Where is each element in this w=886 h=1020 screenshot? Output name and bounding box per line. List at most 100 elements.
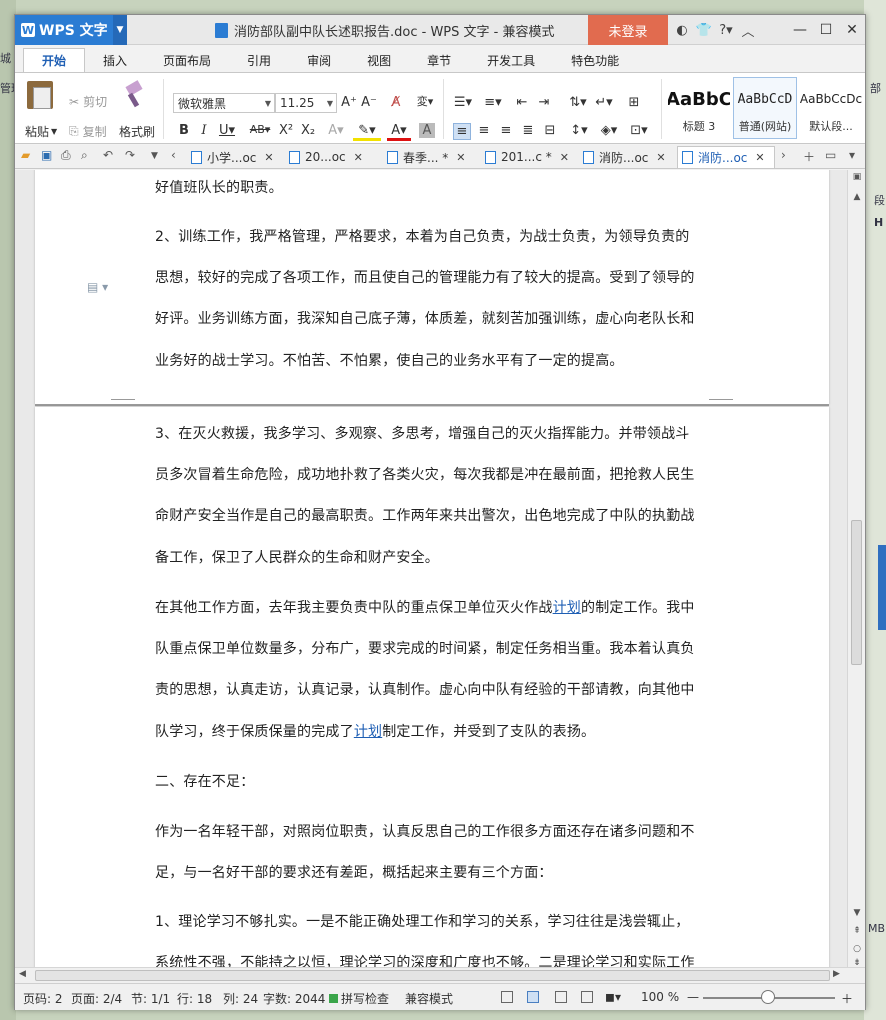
save-icon[interactable]: ▣ — [41, 148, 52, 162]
subscript-icon[interactable]: X₂ — [299, 123, 317, 138]
format-painter-icon[interactable] — [123, 81, 149, 107]
tab-home[interactable]: 开始 — [23, 48, 86, 72]
sort-icon[interactable]: ⇅▾ — [567, 95, 589, 110]
web-view-icon[interactable] — [581, 991, 593, 1003]
zoom-out-icon[interactable]: — — [687, 990, 699, 1004]
text-line[interactable]: 业务好的战士学习。不怕苦、不怕累，使自己的业务水平有了一定的提高。 — [155, 350, 624, 370]
status-word-count[interactable]: 字数: 2044 — [263, 990, 325, 1007]
status-row[interactable]: 行: 18 — [177, 990, 212, 1007]
font-size-select[interactable]: 11.25 ▼ — [275, 93, 337, 113]
numbered-list-icon[interactable]: ≡▾ — [481, 95, 505, 110]
paste-button[interactable]: 粘贴 ▼ — [25, 123, 57, 140]
doc-tab[interactable]: 小学...oc ✕ — [187, 146, 283, 168]
page-view-icon[interactable] — [527, 991, 539, 1003]
zoom-level[interactable]: 100 % — [641, 990, 679, 1004]
grow-font-icon[interactable]: A⁺ — [341, 95, 357, 110]
decrease-indent-icon[interactable]: ⇤ — [513, 95, 531, 110]
undo-icon[interactable]: ↶ — [103, 148, 113, 162]
skin-icon[interactable]: ◐ — [671, 23, 693, 38]
cut-button[interactable]: ✂ 剪切 — [69, 93, 107, 110]
print-preview-icon[interactable]: ⌕ — [81, 148, 88, 163]
text-line[interactable]: 好评。业务训练方面，我深知自己底子薄，体质差，就刻苦加强训练，虚心向老队长和 — [155, 308, 695, 328]
text-line[interactable]: 员多次冒着生命危险，成功地扑救了各类火灾，每次我都是冲在最前面，把抢救人民生 — [155, 464, 695, 484]
text-line[interactable]: 在其他工作方面，去年我主要负责中队的重点保卫单位灭火作战计划的制定工作。我中 — [155, 597, 695, 617]
text-line[interactable]: 作为一名年轻干部，对照岗位职责，认真反思自己的工作很多方面还存在诸多问题和不 — [155, 821, 695, 841]
style-normal-web[interactable]: AaBbCcD 普通(网站) — [733, 77, 797, 139]
doc-tab[interactable]: 春季... * ✕ — [383, 146, 479, 168]
chevron-down-icon[interactable]: ▼ — [113, 15, 127, 45]
app-menu-button[interactable]: W WPS 文字 ▼ — [15, 15, 127, 45]
text-line[interactable]: 好值班队长的职责。 — [155, 177, 283, 197]
doc-tab[interactable]: 201...c * ✕ — [481, 146, 577, 168]
zoom-in-icon[interactable]: ＋ — [841, 990, 853, 1007]
close-tab-icon[interactable]: ✕ — [264, 151, 273, 164]
bullet-list-icon[interactable]: ☰▾ — [451, 95, 475, 110]
borders-icon[interactable]: ⊡▾ — [627, 123, 651, 138]
text-effect-icon[interactable]: A▾ — [325, 123, 347, 138]
tab-chapter[interactable]: 章节 — [409, 48, 469, 72]
previous-page-icon[interactable]: ⇞ — [848, 926, 866, 936]
outline-view-icon[interactable] — [555, 991, 567, 1003]
section-heading[interactable]: 二、存在不足： — [155, 771, 254, 791]
text-line[interactable]: 2、训练工作，我严格管理，严格要求，本着为自己负责，为战士负责，为领导负责的 — [155, 226, 690, 246]
bold-icon[interactable]: B — [177, 123, 191, 138]
close-tab-icon[interactable]: ✕ — [456, 151, 465, 164]
horizontal-scroll-thumb[interactable] — [35, 970, 830, 981]
help-icon[interactable]: ?▾ — [715, 23, 737, 38]
doc-tab[interactable]: 20...oc ✕ — [285, 146, 381, 168]
plan-link[interactable]: 计划 — [354, 724, 382, 740]
increase-indent-icon[interactable]: ⇥ — [535, 95, 553, 110]
strikethrough-icon[interactable]: AB▾ — [247, 123, 273, 136]
text-line[interactable]: 队重点保卫单位数量多，分布广，要求完成的时间紧，制定任务相当重。我本着认真负 — [155, 638, 695, 658]
reading-mode-icon[interactable]: ◼▾ — [605, 990, 621, 1004]
horizontal-scrollbar[interactable]: ◀ ▶ — [15, 967, 865, 983]
collapse-ribbon-icon[interactable]: ︿ — [737, 21, 759, 40]
shrink-font-icon[interactable]: A⁻ — [361, 95, 377, 110]
tab-insert[interactable]: 插入 — [85, 48, 145, 72]
text-line[interactable]: 3、在灭火救援，我多学习、多观察、多思考，增强自己的灭火指挥能力。并带领战斗 — [155, 423, 690, 443]
zoom-slider-knob[interactable] — [761, 990, 775, 1004]
align-left-icon[interactable]: ≡ — [453, 123, 471, 140]
scroll-right-icon[interactable]: ▶ — [833, 969, 840, 979]
highlight-icon[interactable]: ✎▾ — [353, 123, 381, 141]
status-section[interactable]: 节: 1/1 — [131, 990, 170, 1007]
select-browse-object-icon[interactable]: ○ — [848, 944, 866, 954]
close-tab-icon[interactable]: ✕ — [755, 151, 764, 164]
text-line[interactable]: 足，与一名好干部的要求还有差距，概括起来主要有三个方面： — [155, 862, 553, 882]
text-line[interactable]: 系统性不强，不能持之以恒，理论学习的深度和广度也不够。二是理论学习和实际工作 — [155, 952, 695, 967]
full-screen-view-icon[interactable] — [501, 991, 513, 1003]
shading-icon[interactable]: ◈▾ — [597, 123, 621, 138]
document-page[interactable]: 3、在灭火救援，我多学习、多观察、多思考，增强自己的灭火指挥能力。并带领战斗 员… — [35, 407, 829, 967]
text-line[interactable]: 责的思想，认真走访，认真记录，认真制作。虚心向中队有经验的干部请教，向其他中 — [155, 679, 695, 699]
tab-page-layout[interactable]: 页面布局 — [145, 48, 229, 72]
text-line[interactable]: 备工作，保卫了人民群众的生命和财产安全。 — [155, 547, 439, 567]
open-folder-icon[interactable]: ▰ — [21, 148, 30, 162]
align-center-icon[interactable]: ≡ — [475, 123, 493, 138]
align-right-icon[interactable]: ≡ — [497, 123, 515, 138]
format-painter-button[interactable]: 格式刷 — [119, 123, 155, 140]
close-tab-icon[interactable]: ✕ — [354, 151, 363, 164]
tab-review[interactable]: 审阅 — [289, 48, 349, 72]
quick-access-dropdown-icon[interactable]: ▼ — [151, 151, 158, 161]
maximize-icon[interactable]: ☐ — [813, 22, 839, 38]
status-pages[interactable]: 页面: 2/4 — [71, 990, 122, 1007]
document-page[interactable]: 好值班队长的职责。 2、训练工作，我严格管理，严格要求，本着为自己负责，为战士负… — [35, 170, 829, 405]
line-spacing-icon[interactable]: ↕▾ — [567, 123, 591, 138]
redo-icon[interactable]: ↷ — [125, 148, 135, 162]
tab-developer[interactable]: 开发工具 — [469, 48, 553, 72]
tab-references[interactable]: 引用 — [229, 48, 289, 72]
tab-view[interactable]: 视图 — [349, 48, 409, 72]
minimize-icon[interactable]: — — [787, 22, 813, 38]
table-icon[interactable]: ⊞ — [625, 95, 643, 110]
scroll-top-icon[interactable]: ▣ — [848, 172, 866, 182]
tab-special-features[interactable]: 特色功能 — [553, 48, 637, 72]
tabs-scroll-right-icon[interactable]: › — [781, 148, 786, 162]
paragraph-tag-icon[interactable]: ▤ ▾ — [87, 280, 108, 294]
text-line[interactable]: 队学习，终于保质保量的完成了计划制定工作，并受到了支队的表扬。 — [155, 721, 595, 741]
close-tab-icon[interactable]: ✕ — [560, 151, 569, 164]
new-tab-icon[interactable]: ＋ — [803, 148, 815, 165]
superscript-icon[interactable]: X² — [277, 123, 295, 138]
paste-icon[interactable] — [27, 81, 53, 109]
print-icon[interactable]: ⎙ — [61, 148, 71, 163]
text-line[interactable]: 1、理论学习不够扎实。一是不能正确处理工作和学习的关系，学习往往是浅尝辄止， — [155, 911, 690, 931]
